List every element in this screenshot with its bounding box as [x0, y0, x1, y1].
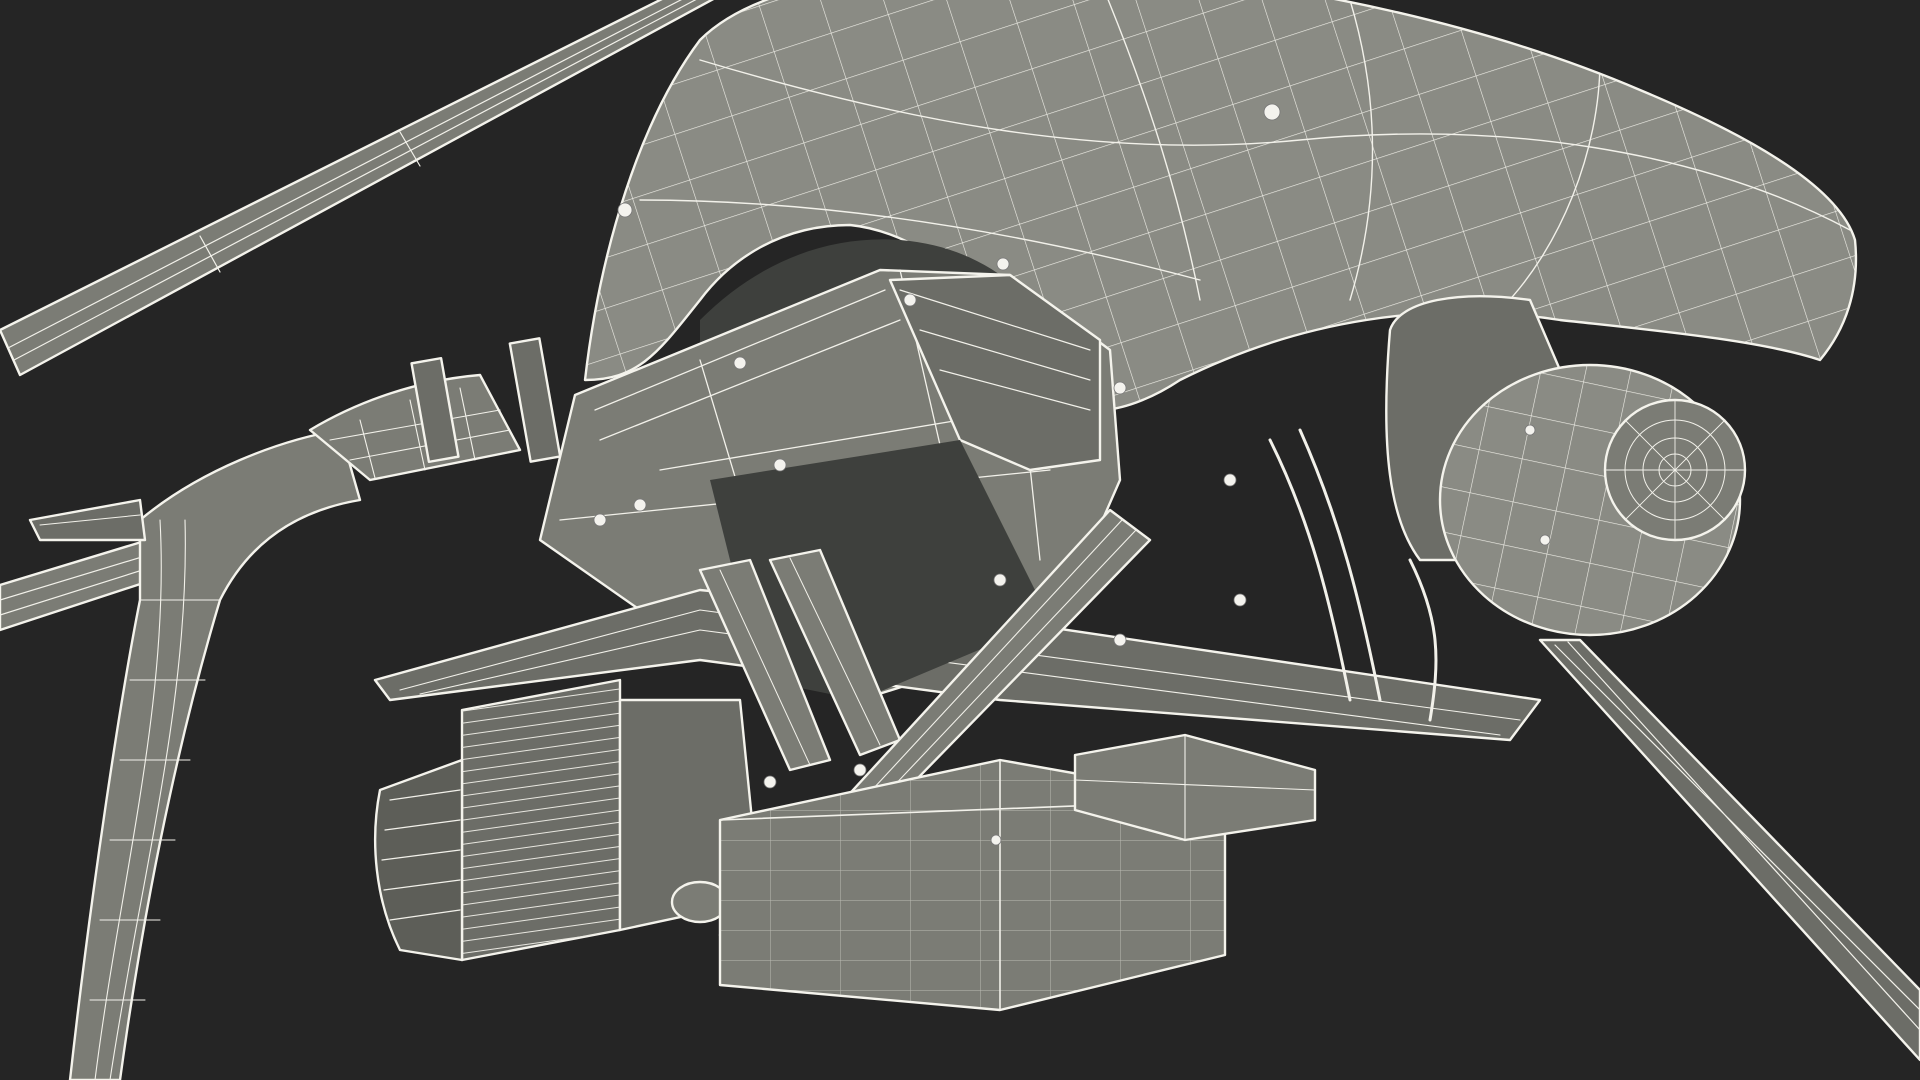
- landing-leg-left: [28, 428, 362, 1080]
- tail-boom: [308, 337, 562, 482]
- camera-gimbal: [1385, 295, 1747, 637]
- canopy-bolt: [1263, 103, 1281, 121]
- engine-heatsink: [373, 678, 622, 962]
- camera-lens-icon: [1604, 399, 1746, 541]
- drone-wireframe-render: [0, 0, 1920, 1080]
- canopy-bolt: [617, 202, 633, 218]
- landing-strut-right: [1538, 638, 1920, 1062]
